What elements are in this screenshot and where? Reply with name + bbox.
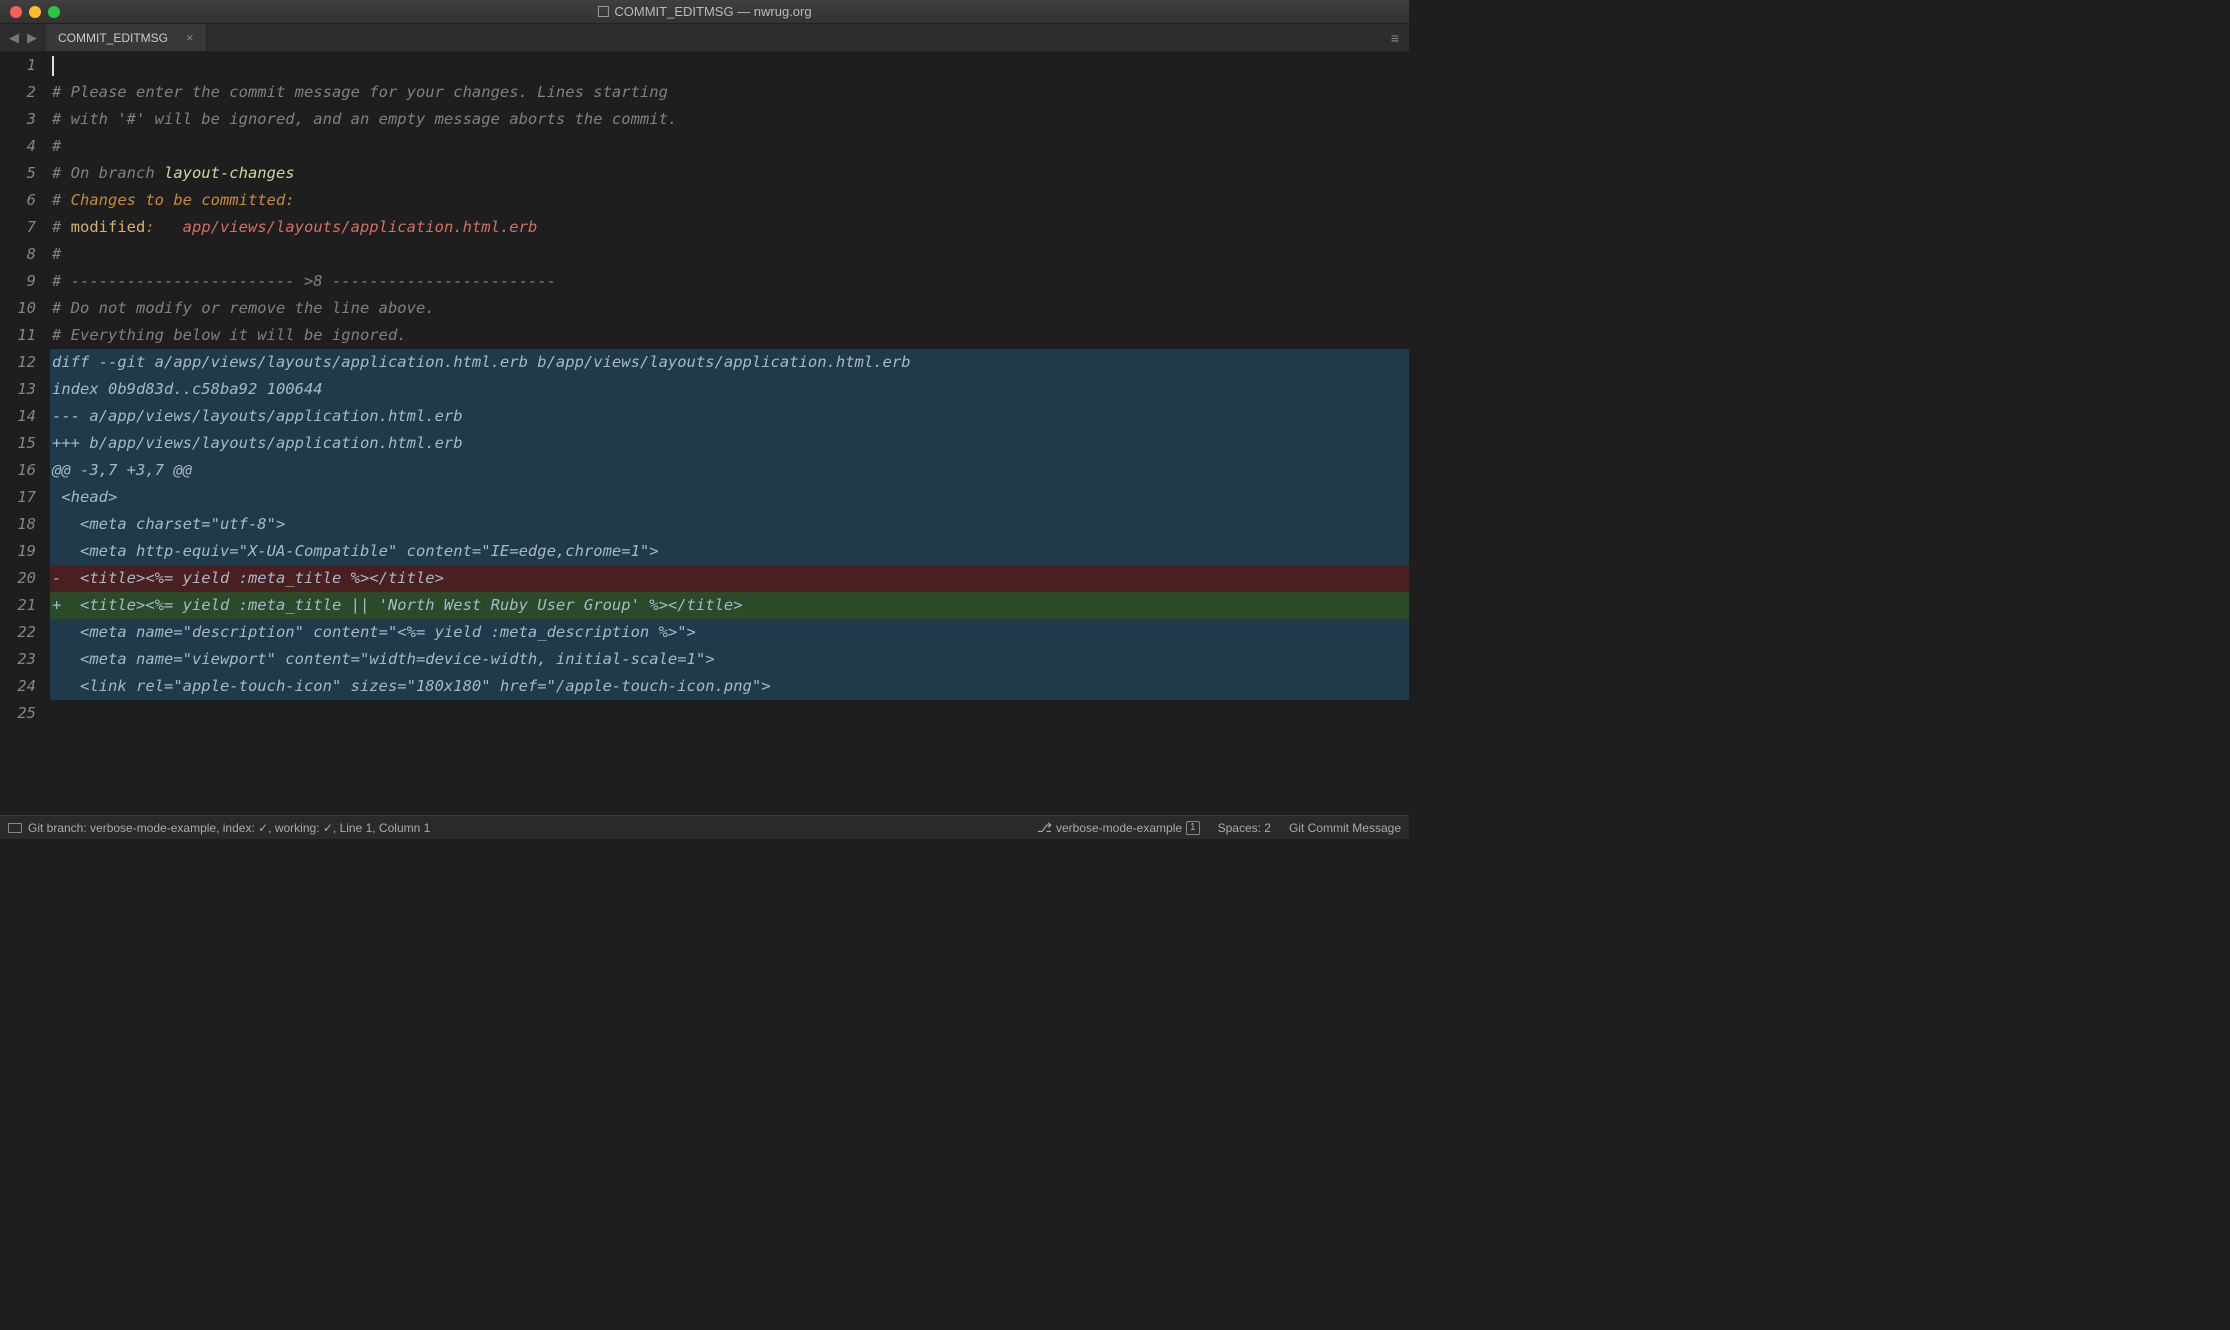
gutter-line-number: 19 — [10, 538, 36, 565]
gutter-line-number: 25 — [10, 700, 36, 727]
gutter-line-number: 14 — [10, 403, 36, 430]
gutter-line-number: 15 — [10, 430, 36, 457]
code-line — [50, 700, 1409, 727]
menu-button[interactable]: ≡ — [1381, 24, 1409, 51]
status-right: ⎇ verbose-mode-example 1 Spaces: 2 Git C… — [1037, 820, 1401, 836]
gutter-line-number: 16 — [10, 457, 36, 484]
tab-label: COMMIT_EDITMSG — [58, 31, 168, 45]
gutter-line-number: 5 — [10, 160, 36, 187]
document-icon — [597, 6, 608, 17]
status-branch-count: 1 — [1186, 821, 1200, 835]
code-line: # Changes to be committed: — [50, 187, 1409, 214]
code-line: <meta name="description" content="<%= yi… — [50, 619, 1409, 646]
status-text: Git branch: verbose-mode-example, index:… — [28, 821, 430, 835]
minimize-window-button[interactable] — [29, 6, 41, 18]
code-line: <meta http-equiv="X-UA-Compatible" conte… — [50, 538, 1409, 565]
code-line: # with '#' will be ignored, and an empty… — [50, 106, 1409, 133]
gutter-line-number: 3 — [10, 106, 36, 133]
gutter-line-number: 9 — [10, 268, 36, 295]
window-title-text: COMMIT_EDITMSG — nwrug.org — [614, 4, 811, 19]
status-branch[interactable]: ⎇ verbose-mode-example 1 — [1037, 820, 1200, 836]
gutter-line-number: 7 — [10, 214, 36, 241]
code-line: - <title><%= yield :meta_title %></title… — [50, 565, 1409, 592]
gutter-line-number: 13 — [10, 376, 36, 403]
code-line: # Please enter the commit message for yo… — [50, 79, 1409, 106]
tab-bar: ◀ ▶ COMMIT_EDITMSG × ≡ — [0, 24, 1409, 52]
gutter: 1234567891011121314151617181920212223242… — [0, 52, 50, 815]
tab-commit-editmsg[interactable]: COMMIT_EDITMSG × — [46, 24, 207, 51]
code-line: <link rel="apple-touch-icon" sizes="180x… — [50, 673, 1409, 700]
titlebar: COMMIT_EDITMSG — nwrug.org — [0, 0, 1409, 24]
code-line: # Do not modify or remove the line above… — [50, 295, 1409, 322]
status-syntax-mode[interactable]: Git Commit Message — [1289, 821, 1401, 835]
code-line: # Everything below it will be ignored. — [50, 322, 1409, 349]
code-line: --- a/app/views/layouts/application.html… — [50, 403, 1409, 430]
gutter-line-number: 1 — [10, 52, 36, 79]
code-line: # — [50, 241, 1409, 268]
code-line: # ------------------------ >8 ----------… — [50, 268, 1409, 295]
code-line: @@ -3,7 +3,7 @@ — [50, 457, 1409, 484]
nav-forward-button[interactable]: ▶ — [24, 30, 40, 46]
code-line: + <title><%= yield :meta_title || 'North… — [50, 592, 1409, 619]
gutter-line-number: 10 — [10, 295, 36, 322]
gutter-line-number: 21 — [10, 592, 36, 619]
panel-icon[interactable] — [8, 823, 22, 833]
status-branch-name: verbose-mode-example — [1056, 821, 1182, 835]
code-line: <meta charset="utf-8"> — [50, 511, 1409, 538]
nav-arrows: ◀ ▶ — [0, 24, 46, 51]
status-left: Git branch: verbose-mode-example, index:… — [8, 821, 430, 835]
code-line — [50, 52, 1409, 79]
code-line: # — [50, 133, 1409, 160]
gutter-line-number: 8 — [10, 241, 36, 268]
window-title: COMMIT_EDITMSG — nwrug.org — [597, 4, 811, 19]
gutter-line-number: 23 — [10, 646, 36, 673]
gutter-line-number: 17 — [10, 484, 36, 511]
close-window-button[interactable] — [10, 6, 22, 18]
nav-back-button[interactable]: ◀ — [6, 30, 22, 46]
maximize-window-button[interactable] — [48, 6, 60, 18]
gutter-line-number: 6 — [10, 187, 36, 214]
code-line: <head> — [50, 484, 1409, 511]
code-line: diff --git a/app/views/layouts/applicati… — [50, 349, 1409, 376]
editor[interactable]: 1234567891011121314151617181920212223242… — [0, 52, 1409, 815]
traffic-lights — [0, 6, 60, 18]
gutter-line-number: 2 — [10, 79, 36, 106]
code-line: index 0b9d83d..c58ba92 100644 — [50, 376, 1409, 403]
code-line: # On branch layout-changes — [50, 160, 1409, 187]
tab-close-button[interactable]: × — [186, 30, 194, 45]
gutter-line-number: 11 — [10, 322, 36, 349]
code-area[interactable]: # Please enter the commit message for yo… — [50, 52, 1409, 815]
status-spaces[interactable]: Spaces: 2 — [1218, 821, 1271, 835]
gutter-line-number: 24 — [10, 673, 36, 700]
gutter-line-number: 4 — [10, 133, 36, 160]
gutter-line-number: 18 — [10, 511, 36, 538]
branch-icon: ⎇ — [1037, 820, 1052, 836]
code-line: +++ b/app/views/layouts/application.html… — [50, 430, 1409, 457]
text-cursor — [52, 56, 54, 76]
code-line: # modified: app/views/layouts/applicatio… — [50, 214, 1409, 241]
gutter-line-number: 22 — [10, 619, 36, 646]
statusbar: Git branch: verbose-mode-example, index:… — [0, 815, 1409, 839]
gutter-line-number: 20 — [10, 565, 36, 592]
gutter-line-number: 12 — [10, 349, 36, 376]
code-line: <meta name="viewport" content="width=dev… — [50, 646, 1409, 673]
